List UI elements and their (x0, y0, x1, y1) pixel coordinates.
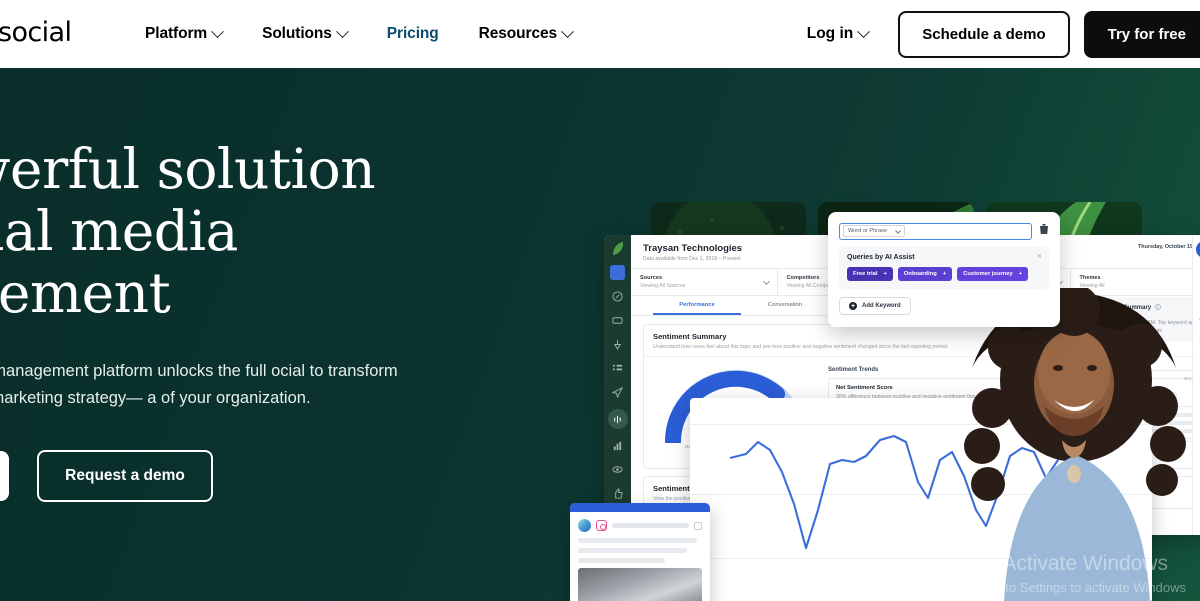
hero-heading-line-2: social media (0, 199, 238, 263)
brand-logo[interactable]: social (0, 17, 72, 48)
dashboard-right-rail: ? (1192, 235, 1200, 535)
thumbs-up-icon[interactable] (610, 486, 625, 501)
preview-card-body (570, 536, 710, 563)
hero-copy: powerful solution social media nagement … (0, 138, 456, 544)
plus-icon: + (883, 271, 887, 277)
page-root: social Platform Solutions Pricing Resour… (0, 0, 1200, 601)
nav-item-pricing-label: Pricing (386, 25, 439, 42)
keyword-input-row: Word or Phrase (839, 222, 1049, 240)
compass-icon[interactable] (610, 289, 625, 304)
hero-heading: powerful solution social media nagement (0, 138, 456, 324)
filter-sources[interactable]: Sources Viewing All Sources (631, 269, 778, 295)
plus-circle-icon: + (849, 302, 857, 310)
preview-skeleton-line (612, 523, 689, 528)
brand-logo-text: social (0, 17, 72, 48)
ai-assist-tag-customer-journey[interactable]: Customer journey + (957, 267, 1029, 281)
preview-card-image (578, 568, 702, 601)
hero-section: powerful solution social media nagement … (0, 68, 1200, 601)
chevron-down-icon (335, 24, 349, 38)
ai-assist-tag-label: Free trial (853, 271, 878, 277)
compose-icon[interactable] (1196, 241, 1200, 258)
add-keyword-label: Add Keyword (862, 303, 901, 309)
instagram-icon (596, 520, 607, 531)
add-keyword-button[interactable]: + Add Keyword (839, 297, 911, 315)
ai-assist-popup: Word or Phrase Queries by AI Assist ✕ Fr… (828, 212, 1060, 327)
request-demo-button[interactable]: Request a demo (37, 450, 213, 502)
login-label: Log in (806, 25, 854, 42)
preview-skeleton-line (578, 558, 665, 563)
chevron-down-icon (857, 24, 871, 38)
nav-item-resources[interactable]: Resources (478, 24, 574, 43)
filter-themes-label: Themes (1079, 275, 1101, 281)
list-icon[interactable] (610, 361, 625, 376)
dashboard-left-sidebar (604, 235, 631, 535)
plus-icon: + (942, 271, 947, 277)
nav-item-platform-label: Platform (145, 25, 208, 42)
word-or-phrase-label: Word or Phrase (848, 228, 888, 234)
filter-sources-value: Viewing All Sources (640, 283, 686, 289)
trash-icon[interactable] (1039, 222, 1049, 240)
top-navigation-bar: social Platform Solutions Pricing Resour… (0, 0, 1200, 68)
inbox-icon[interactable] (610, 313, 625, 328)
ai-assist-tag-label: Onboarding (903, 271, 937, 277)
folder-icon[interactable] (610, 265, 625, 280)
hero-cta-group: free trial Request a demo (0, 450, 456, 502)
nav-item-pricing[interactable]: Pricing (387, 25, 439, 43)
bar-chart-icon[interactable] (610, 438, 625, 453)
chevron-down-icon (561, 24, 574, 38)
nav-item-solutions-label: Solutions (262, 25, 332, 42)
hero-note: uired. (0, 529, 456, 544)
filter-sources-label: Sources (640, 275, 663, 281)
nav-item-platform[interactable]: Platform (145, 24, 224, 43)
queries-by-ai-assist-title: Queries by AI Assist (847, 254, 915, 261)
plus-icon: + (1018, 271, 1023, 277)
start-free-trial-button[interactable]: free trial (0, 451, 10, 501)
keyword-search-input[interactable]: Word or Phrase (839, 222, 1032, 240)
listening-waveform-icon[interactable] (607, 409, 628, 429)
paper-plane-icon[interactable] (610, 385, 625, 400)
nav-actions: Log in Schedule a demo Try for free (807, 0, 1200, 68)
pin-icon[interactable] (610, 337, 625, 352)
close-icon[interactable]: ✕ (1037, 253, 1042, 260)
product-screenshot-collage: Traysan Technologies Data available from… (560, 68, 1200, 601)
dashboard-date-label: Thursday, October 19, 2023 (1137, 244, 1200, 250)
tab-conversation[interactable]: Conversation (741, 296, 829, 315)
nav-item-resources-label: Resources (478, 25, 558, 42)
ai-assist-tag-onboarding[interactable]: Onboarding + (897, 267, 953, 281)
word-or-phrase-dropdown[interactable]: Word or Phrase (843, 225, 906, 237)
preview-skeleton-line (578, 548, 688, 553)
sprout-leaf-icon[interactable] (610, 241, 625, 256)
preview-skeleton-line (578, 538, 698, 543)
ai-assist-tag-list: Free trial + Onboarding + Customer journ… (847, 267, 1041, 281)
hero-heading-line-3: nagement (0, 261, 171, 325)
login-menu[interactable]: Log in (806, 24, 871, 43)
hero-heading-line-1: powerful solution (0, 137, 376, 201)
preview-card-titlebar (570, 503, 710, 512)
person-photo (958, 288, 1188, 601)
try-for-free-button[interactable]: Try for free (1083, 10, 1200, 58)
queries-by-ai-assist-panel: Queries by AI Assist ✕ Free trial + Onbo… (839, 247, 1049, 289)
instagram-post-preview-card (570, 503, 710, 601)
nav-links: Platform Solutions Pricing Resources (145, 0, 574, 68)
ai-assist-tag-free-trial[interactable]: Free trial + (847, 267, 893, 281)
avatar (578, 519, 591, 532)
hero-subheading: social media management platform unlocks… (0, 362, 398, 407)
preview-card-header (570, 512, 710, 536)
eye-icon[interactable] (610, 462, 625, 477)
chevron-down-icon (211, 24, 224, 38)
checkbox-icon[interactable] (694, 521, 702, 530)
ai-assist-tag-label: Customer journey (963, 271, 1013, 277)
nav-item-solutions[interactable]: Solutions (262, 24, 349, 43)
tab-performance[interactable]: Performance (653, 296, 741, 315)
chevron-down-icon (895, 228, 901, 234)
schedule-demo-button[interactable]: Schedule a demo (898, 10, 1070, 58)
